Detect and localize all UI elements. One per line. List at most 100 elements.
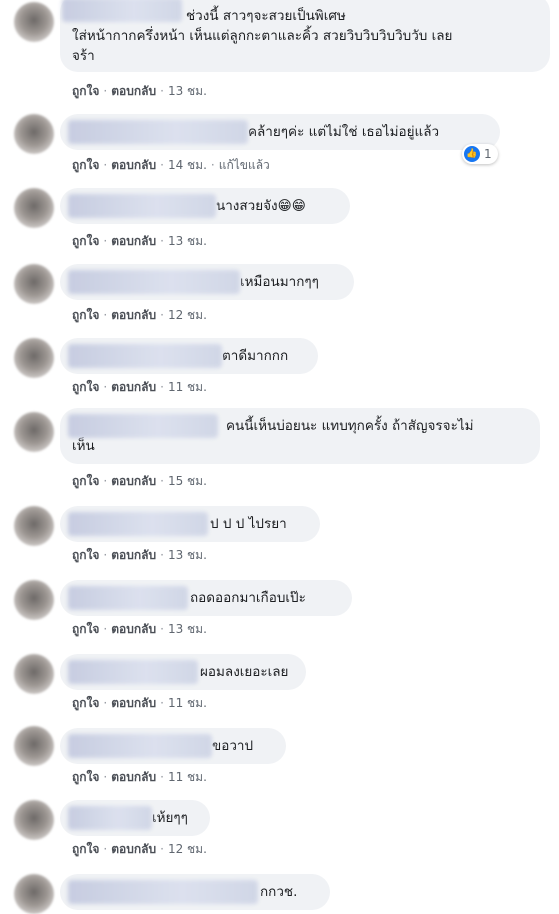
avatar[interactable] <box>14 188 54 228</box>
comment-text: กกวช. <box>260 884 298 900</box>
like-icon: 👍 <box>464 146 480 162</box>
avatar[interactable] <box>14 874 54 914</box>
separator: · <box>160 548 164 562</box>
separator: · <box>103 84 108 98</box>
like-link[interactable]: ถูกใจ <box>72 548 99 562</box>
like-link[interactable]: ถูกใจ <box>72 84 99 98</box>
separator: · <box>160 696 164 710</box>
author-name[interactable] <box>68 586 188 610</box>
timestamp[interactable]: 12 ชม. <box>168 308 207 322</box>
separator: · <box>103 380 108 394</box>
separator: · <box>160 842 164 856</box>
comment-meta: ถูกใจ · ตอบกลับ · 15 ชม. <box>72 472 207 491</box>
comment-text-line: ใส่หน้ากากครึ่งหน้า เห็นแต่ลูกกะตาและคิ้… <box>72 28 453 44</box>
like-link[interactable]: ถูกใจ <box>72 308 99 322</box>
comment-text: เหมือนมากๆๆ <box>240 274 319 290</box>
comment-meta: ถูกใจ · ตอบกลับ · 12 ชม. <box>72 306 207 325</box>
avatar[interactable] <box>14 2 54 42</box>
separator: · <box>103 158 108 172</box>
reply-link[interactable]: ตอบกลับ <box>111 308 156 322</box>
author-name[interactable] <box>68 344 222 368</box>
reply-link[interactable]: ตอบกลับ <box>111 842 156 856</box>
comment-text: ผอมลงเยอะเลย <box>200 664 289 680</box>
comment-bubble: กกวช. <box>60 874 330 910</box>
author-name[interactable] <box>68 806 152 830</box>
avatar[interactable] <box>14 800 54 840</box>
reply-link[interactable]: ตอบกลับ <box>111 474 156 488</box>
reply-link[interactable]: ตอบกลับ <box>111 696 156 710</box>
comment-text: ถอดออกมาเกือบเป๊ะ <box>190 590 306 606</box>
author-name[interactable] <box>68 660 198 684</box>
author-name[interactable] <box>68 734 212 758</box>
like-link[interactable]: ถูกใจ <box>72 158 99 172</box>
timestamp[interactable]: 11 ชม. <box>168 696 207 710</box>
author-name[interactable] <box>68 194 216 218</box>
comment-bubble: เหมือนมากๆๆ <box>60 264 354 300</box>
timestamp[interactable]: 13 ชม. <box>168 234 207 248</box>
comment-meta: ถูกใจ · ตอบกลับ · 11 ชม. <box>72 378 207 397</box>
avatar[interactable] <box>14 580 54 620</box>
comment-bubble: นางสวยจัง😁😁 <box>60 188 350 224</box>
comment-meta: ถูกใจ · ตอบกลับ · 13 ชม. <box>72 620 207 639</box>
avatar[interactable] <box>14 264 54 304</box>
timestamp[interactable]: 13 ชม. <box>168 84 207 98</box>
comment-meta: ถูกใจ · ตอบกลับ · 13 ชม. <box>72 232 207 251</box>
comment-bubble: เห้ยๆๆ <box>60 800 210 836</box>
separator: · <box>103 842 108 856</box>
comment-meta: ถูกใจ · ตอบกลับ · 12 ชม. <box>72 840 207 859</box>
author-name[interactable] <box>62 0 182 22</box>
comment-bubble: คนนี้เห็นบ่อยนะ แทบทุกครั้ง ถ้าสัญจรจะไม… <box>60 408 540 464</box>
reply-link[interactable]: ตอบกลับ <box>111 84 156 98</box>
like-link[interactable]: ถูกใจ <box>72 622 99 636</box>
author-name[interactable] <box>68 270 240 294</box>
timestamp[interactable]: 11 ชม. <box>168 770 207 784</box>
comment-text: ตาดีมากกก <box>222 348 289 364</box>
avatar[interactable] <box>14 506 54 546</box>
avatar[interactable] <box>14 338 54 378</box>
separator: · <box>160 158 164 172</box>
like-link[interactable]: ถูกใจ <box>72 234 99 248</box>
timestamp[interactable]: 11 ชม. <box>168 380 207 394</box>
timestamp[interactable]: 13 ชม. <box>168 548 207 562</box>
reply-link[interactable]: ตอบกลับ <box>111 770 156 784</box>
timestamp[interactable]: 12 ชม. <box>168 842 207 856</box>
reply-link[interactable]: ตอบกลับ <box>111 380 156 394</box>
reply-link[interactable]: ตอบกลับ <box>111 548 156 562</box>
author-name[interactable] <box>68 880 258 904</box>
reply-link[interactable]: ตอบกลับ <box>111 158 156 172</box>
comment-text: คล้ายๆค่ะ แต่ไม่ใช่ เธอไม่อยู่แล้ว <box>248 124 440 140</box>
comment-bubble: ขอวาป <box>60 728 286 764</box>
like-link[interactable]: ถูกใจ <box>72 696 99 710</box>
like-link[interactable]: ถูกใจ <box>72 380 99 394</box>
separator: · <box>103 622 108 636</box>
reaction-number: 1 <box>484 147 492 161</box>
comment-text: ขอวาป <box>212 738 254 754</box>
separator: · <box>210 158 215 172</box>
reaction-count[interactable]: 👍 1 <box>462 144 498 164</box>
reply-link[interactable]: ตอบกลับ <box>111 234 156 248</box>
separator: · <box>103 234 108 248</box>
like-link[interactable]: ถูกใจ <box>72 842 99 856</box>
avatar[interactable] <box>14 654 54 694</box>
like-link[interactable]: ถูกใจ <box>72 770 99 784</box>
edited-label[interactable]: แก้ไขแล้ว <box>219 158 270 172</box>
avatar[interactable] <box>14 114 54 154</box>
separator: · <box>103 696 108 710</box>
separator: · <box>160 308 164 322</box>
avatar[interactable] <box>14 412 54 452</box>
author-name[interactable] <box>68 512 208 536</box>
timestamp[interactable]: 13 ชม. <box>168 622 207 636</box>
timestamp[interactable]: 14 ชม. <box>168 158 207 172</box>
like-link[interactable]: ถูกใจ <box>72 474 99 488</box>
comment-text: เห้ยๆๆ <box>152 810 188 826</box>
comment-text-line: จร้า <box>72 48 95 64</box>
avatar[interactable] <box>14 726 54 766</box>
comment-meta: ถูกใจ · ตอบกลับ · 11 ชม. <box>72 694 207 713</box>
comment-meta: ถูกใจ · ตอบกลับ · 11 ชม. <box>72 768 207 787</box>
reply-link[interactable]: ตอบกลับ <box>111 622 156 636</box>
timestamp[interactable]: 15 ชม. <box>168 474 207 488</box>
author-name[interactable] <box>68 120 248 144</box>
author-name[interactable] <box>68 414 218 438</box>
comment-text: ป ป ป ไปรยา <box>210 516 287 532</box>
separator: · <box>103 548 108 562</box>
